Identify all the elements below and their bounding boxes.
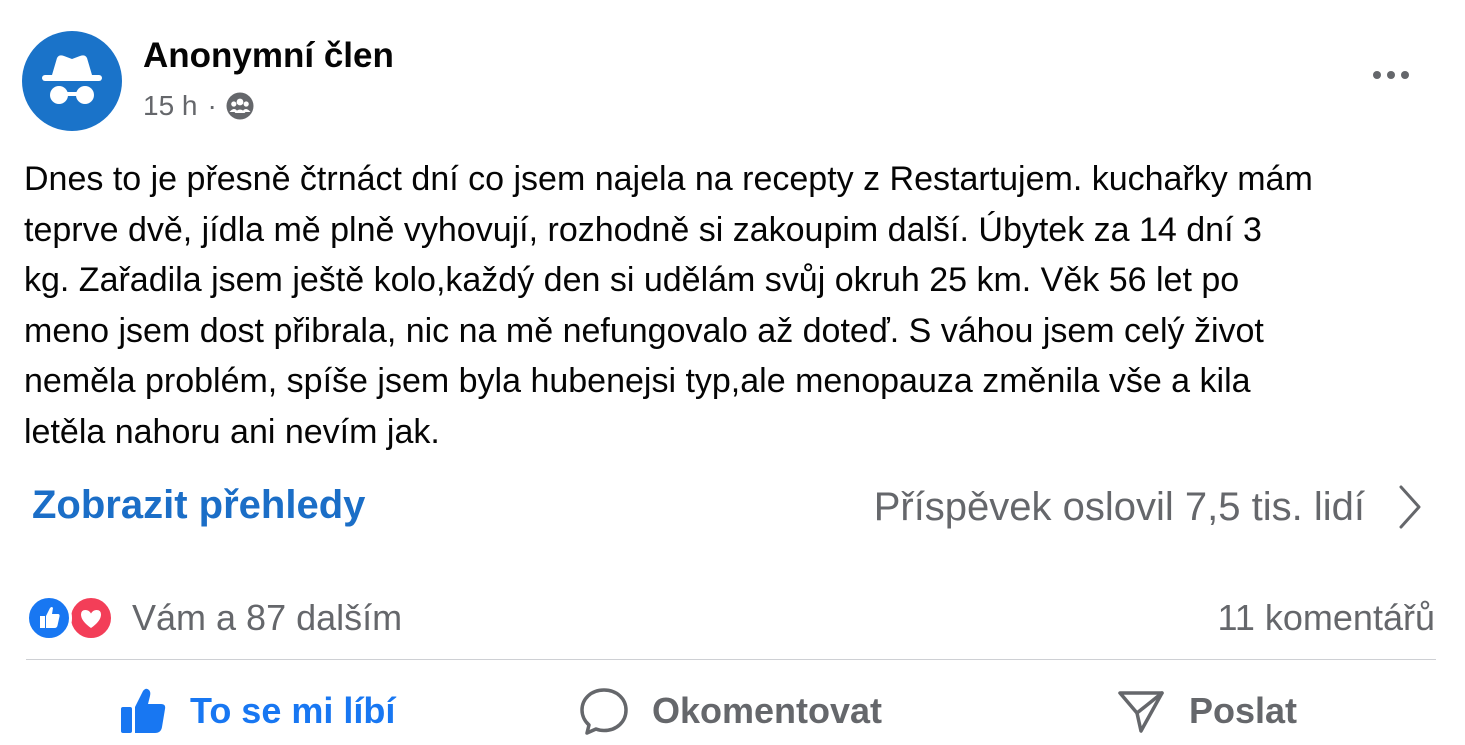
post-text-line: kg. Zařadila jsem ještě kolo,každý den s…	[24, 261, 1240, 299]
post-time[interactable]: 15 h	[143, 90, 198, 122]
meta-separator: ·	[207, 90, 217, 121]
post-reach-link[interactable]: Příspěvek oslovil 7,5 tis. lidí	[874, 483, 1423, 531]
comments-count[interactable]: 11 komentářů	[1218, 597, 1435, 639]
reaction-icons[interactable]	[26, 595, 122, 641]
post-text-line: teprve dvě, jídla mě plně vyhovují, rozh…	[24, 210, 1262, 249]
divider	[26, 659, 1436, 660]
like-reaction-icon	[26, 595, 72, 641]
incognito-icon	[42, 55, 102, 104]
like-button-label: To se mi líbí	[190, 690, 396, 731]
post-text-line: meno jsem dost přibrala, nic na mě nefun…	[24, 311, 1264, 350]
send-icon	[1118, 691, 1164, 733]
post-meta: 15 h ·	[143, 88, 255, 124]
send-button[interactable]: Poslat	[1115, 680, 1297, 742]
more-options-button[interactable]	[1366, 60, 1416, 90]
author-name[interactable]: Anonymní člen	[143, 36, 394, 76]
reactions-summary: Vám a 87 dalším	[26, 594, 402, 642]
group-icon[interactable]	[225, 91, 255, 121]
more-dots-icon	[1373, 71, 1409, 79]
view-insights-link[interactable]: Zobrazit přehledy	[32, 483, 365, 528]
post-card: Anonymní člen 15 h · Dnes to je přesně č…	[0, 0, 1465, 745]
post-text-line: Dnes to je přesně čtrnáct dní co jsem na…	[24, 160, 1313, 198]
post-text-line: letěla nahoru ani nevím jak.	[24, 412, 440, 451]
love-reaction-icon	[68, 595, 114, 641]
anonymous-avatar[interactable]	[22, 31, 122, 131]
chevron-right-icon	[1399, 485, 1421, 529]
comment-button[interactable]: Okomentovat	[578, 680, 882, 742]
like-button[interactable]: To se mi líbí	[118, 680, 395, 742]
thumbs-up-icon	[121, 688, 166, 733]
comment-bubble-icon	[580, 688, 628, 735]
post-reach-text: Příspěvek oslovil 7,5 tis. lidí	[873, 484, 1365, 529]
post-text: Dnes to je přesně čtrnáct dní co jsem na…	[24, 154, 1434, 457]
reactions-count[interactable]: Vám a 87 dalším	[132, 597, 402, 639]
post-text-line: neměla problém, spíše jsem byla hubenejs…	[24, 362, 1251, 400]
send-button-label: Poslat	[1189, 690, 1298, 731]
comment-button-label: Okomentovat	[652, 690, 883, 731]
